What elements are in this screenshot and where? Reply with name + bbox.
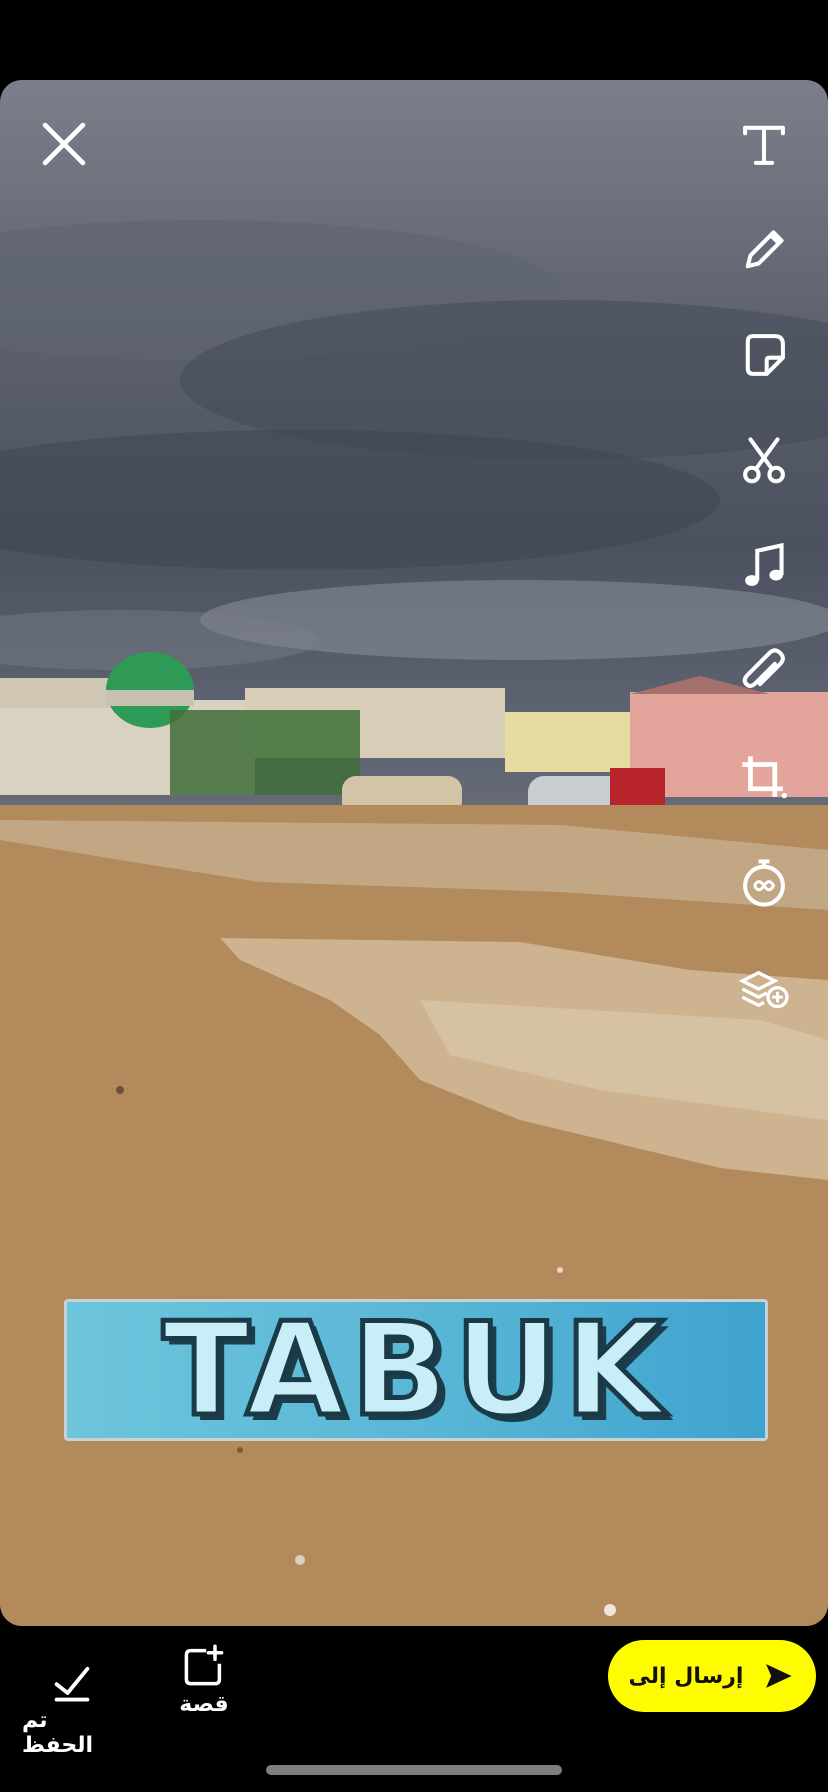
close-button[interactable] (32, 112, 96, 176)
saved-button[interactable]: تم الحفظ (22, 1660, 122, 1758)
draw-tool-button[interactable] (732, 218, 796, 282)
sticker-icon (745, 334, 785, 376)
crop-tool-button[interactable] (732, 746, 796, 810)
location-sticker[interactable]: TABUK (64, 1299, 768, 1441)
crop-icon (742, 756, 787, 799)
music-icon (745, 542, 784, 586)
sticker-tool-button[interactable] (732, 323, 796, 387)
send-arrow-icon (766, 1664, 793, 1688)
scissors-icon (743, 437, 785, 484)
home-indicator (266, 1765, 562, 1775)
text-icon (743, 125, 785, 165)
timer-icon (743, 859, 785, 907)
saved-label: تم الحفظ (22, 1708, 94, 1758)
add-story-icon (184, 1644, 224, 1686)
close-icon (42, 122, 86, 166)
saved-check-icon (54, 1666, 90, 1702)
music-tool-button[interactable] (732, 535, 796, 599)
send-to-label: إرسال إلى (628, 1663, 744, 1689)
paperclip-icon (742, 648, 785, 688)
sticker-text: TABUK (160, 1299, 670, 1441)
story-label: قصة (179, 1692, 229, 1717)
timer-tool-button[interactable] (732, 851, 796, 915)
layers-add-tool-button[interactable] (732, 957, 796, 1021)
story-button[interactable]: قصة (164, 1644, 244, 1717)
text-tool-button[interactable] (732, 112, 796, 176)
pencil-icon (745, 230, 784, 269)
send-to-button[interactable]: إرسال إلى (608, 1640, 816, 1712)
scissors-tool-button[interactable] (732, 429, 796, 493)
attachment-tool-button[interactable] (732, 640, 796, 704)
layers-add-icon (738, 970, 789, 1009)
